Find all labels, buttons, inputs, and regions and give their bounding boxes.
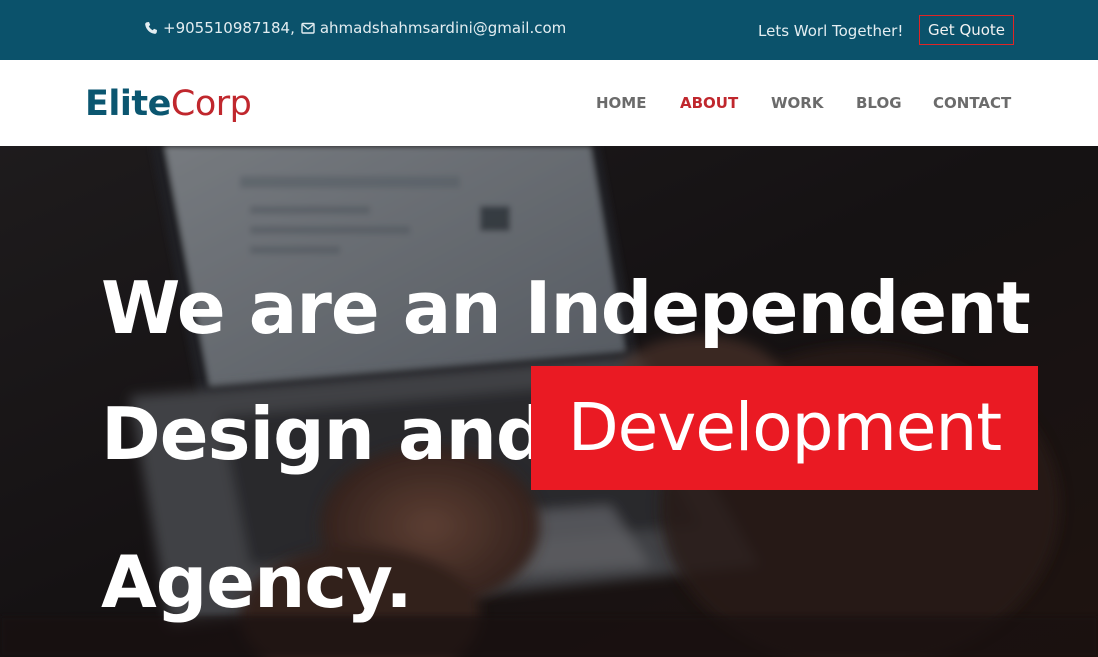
hero-headline-line-1: We are an Independent	[101, 266, 1031, 350]
brand-logo[interactable]: EliteCorp	[85, 82, 252, 126]
nav-item-work[interactable]: WORK	[771, 94, 823, 112]
phone-number[interactable]: +905510987184,	[163, 18, 295, 38]
envelope-icon	[301, 21, 315, 35]
contact-info: +905510987184, ahmadshahmsardini@gmail.c…	[144, 18, 566, 38]
nav-item-about[interactable]: ABOUT	[680, 94, 738, 112]
email-address[interactable]: ahmadshahmsardini@gmail.com	[320, 18, 566, 38]
nav-item-contact[interactable]: CONTACT	[933, 94, 1011, 112]
hero-headline-line-3: Agency.	[101, 540, 413, 624]
phone-icon	[144, 21, 158, 35]
tagline-text: Lets Worl Together!	[758, 22, 904, 40]
brand-logo-elite: Elite	[85, 84, 171, 124]
main-navbar: EliteCorp HOME ABOUT WORK BLOG CONTACT	[0, 60, 1098, 146]
nav-item-home[interactable]: HOME	[596, 94, 646, 112]
hero-section: We are an Independent Design and Develop…	[0, 146, 1098, 657]
hero-highlight-word: Development	[531, 366, 1038, 490]
get-quote-button[interactable]: Get Quote	[919, 15, 1014, 45]
hero-headline-line-2: Design and	[101, 392, 547, 476]
nav-item-blog[interactable]: BLOG	[856, 94, 902, 112]
top-bar: +905510987184, ahmadshahmsardini@gmail.c…	[0, 0, 1098, 60]
brand-logo-corp: Corp	[170, 84, 252, 124]
